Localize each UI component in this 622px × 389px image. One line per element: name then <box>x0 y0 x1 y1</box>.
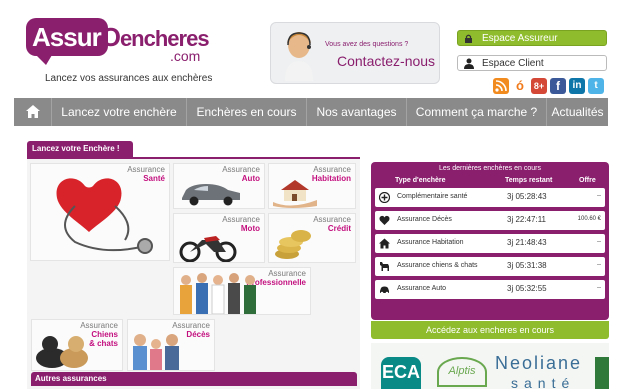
partner-neoliane-sante: santé <box>511 375 576 389</box>
tile-name-label: Crédit <box>327 224 351 233</box>
auction-offer: 100.60 € <box>577 216 601 222</box>
support-agent-icon <box>285 32 313 81</box>
partner-neoliane[interactable]: Neoliane <box>495 353 582 374</box>
logo-part-assur: Assur <box>32 22 102 52</box>
tile-sante[interactable]: Assurance Santé <box>30 163 170 261</box>
tile-name-label: Chiens & chats <box>89 330 118 348</box>
col-type-header: Type d'enchère <box>395 177 446 184</box>
nav-nos-avantages[interactable]: Nos avantages <box>307 98 407 126</box>
auction-time: 3j 05:28:43 <box>507 192 547 201</box>
tile-kind-label: Assurance <box>268 269 306 278</box>
auction-row[interactable]: Complémentaire santé 3j 05:28:43 -- <box>375 188 605 207</box>
latest-auctions-panel: Les dernières enchères en cours Type d'e… <box>371 162 609 320</box>
tile-kind-label: Assurance <box>313 165 351 174</box>
partner-alptis[interactable]: Alptis <box>437 357 487 387</box>
rss-icon[interactable] <box>493 78 509 94</box>
espace-assureur-button[interactable]: Espace Assureur <box>457 30 607 46</box>
tile-credit[interactable]: Assurance Crédit <box>268 213 356 263</box>
partner-logos: ECA Alptis Neoliane santé <box>371 343 609 389</box>
linkedin-icon[interactable]: in <box>569 78 585 94</box>
car-icon <box>380 286 389 295</box>
auction-row[interactable]: Assurance chiens & chats 3j 05:31:38 -- <box>375 257 605 276</box>
espace-client-button[interactable]: Espace Client <box>457 55 607 71</box>
professionals-group-icon <box>180 273 256 314</box>
twitter-icon[interactable]: t <box>588 78 604 94</box>
motorcycle-icon <box>179 236 237 262</box>
dog-icon <box>380 262 389 271</box>
google-plus-icon[interactable]: 8+ <box>531 78 547 94</box>
house-hand-icon <box>273 180 317 208</box>
heart-stethoscope-icon <box>56 178 153 254</box>
user-icon <box>464 58 474 69</box>
partner-eca[interactable]: ECA <box>381 357 421 389</box>
tile-auto[interactable]: Assurance Auto <box>173 163 265 209</box>
access-auctions-button[interactable]: Accédez aux encheres en cours <box>371 321 609 339</box>
auction-type: Assurance Auto <box>397 285 447 292</box>
tile-kind-label: Assurance <box>127 165 165 174</box>
tagline: Lancez vos assurances aux enchères <box>45 73 213 84</box>
tile-kind-label: Assurance <box>172 321 210 330</box>
autres-assurances-tab[interactable]: Autres assurances <box>31 372 357 386</box>
auction-row[interactable]: Assurance Habitation 3j 21:48:43 -- <box>375 234 605 253</box>
facebook-icon[interactable]: f <box>550 78 566 94</box>
latest-auctions-title: Les dernières enchères en cours <box>439 165 541 172</box>
auction-type: Assurance Habitation <box>397 239 464 246</box>
home-icon <box>26 105 40 118</box>
auction-time: 3j 22:47:11 <box>507 215 546 224</box>
tile-deces[interactable]: Assurance Décès <box>127 319 215 371</box>
auction-offer: -- <box>597 193 601 199</box>
auction-offer: -- <box>597 239 601 245</box>
lancez-enchere-tab: Lancez votre Enchère ! <box>27 141 133 157</box>
tile-name-label: Auto <box>241 174 260 183</box>
viadeo-icon[interactable]: ó <box>512 78 528 94</box>
tile-habitation[interactable]: Assurance Habitation <box>268 163 356 209</box>
tile-kind-label: Assurance <box>80 321 118 330</box>
auction-time: 3j 05:31:38 <box>507 261 547 270</box>
nav-actualites[interactable]: Actualités <box>547 98 608 126</box>
nav-comment-ca-marche[interactable]: Comment ça marche ? <box>407 98 547 126</box>
tile-name-label: Moto <box>240 224 260 233</box>
tile-kind-label: Assurance <box>222 215 260 224</box>
tile-kind-label: Assurance <box>222 165 260 174</box>
tile-professionnelle[interactable]: Assurance Professionnelle <box>173 267 311 315</box>
coins-icon <box>275 230 311 259</box>
family-icon <box>133 334 179 370</box>
auction-type: Assurance chiens & chats <box>397 262 478 269</box>
col-offer-header: Offre <box>579 177 596 184</box>
contact-cta[interactable]: Contactez-nous <box>337 53 435 69</box>
partner-logo-partial <box>595 357 609 389</box>
auction-type: Assurance Décès <box>397 216 452 223</box>
auction-offer: -- <box>597 262 601 268</box>
car-icon <box>182 184 240 206</box>
tile-kind-label: Assurance <box>313 215 351 224</box>
auction-time: 3j 21:48:43 <box>507 238 547 247</box>
logo-part-o: O <box>100 22 121 52</box>
auction-row[interactable]: Assurance Auto 3j 05:32:55 -- <box>375 280 605 299</box>
auction-row[interactable]: Assurance Décès 3j 22:47:11 100.60 € <box>375 211 605 230</box>
auction-type: Complémentaire santé <box>397 193 468 200</box>
auction-time: 3j 05:32:55 <box>507 284 547 293</box>
nav-encheres-en-cours[interactable]: Enchères en cours <box>187 98 307 126</box>
logo-com: .com <box>170 48 201 64</box>
tile-name-label: Décès <box>186 330 210 339</box>
nav-lancez-enchere[interactable]: Lancez votre enchère <box>52 98 187 126</box>
main-nav: Lancez votre enchère Enchères en cours N… <box>14 98 608 126</box>
house-icon <box>379 238 390 249</box>
lock-icon <box>465 34 472 43</box>
auction-offer: -- <box>597 285 601 291</box>
page: AssurOencheres .com Lancez vos assurance… <box>0 0 622 389</box>
contact-box[interactable]: Vous avez des questions ? Contactez-nous <box>270 22 440 84</box>
site-logo[interactable]: AssurOencheres .com <box>26 18 226 68</box>
rss-glyph <box>495 80 507 92</box>
espace-assureur-label: Espace Assureur <box>482 33 558 44</box>
dog-cat-icon <box>36 336 88 368</box>
col-time-header: Temps restant <box>505 177 553 184</box>
plus-circle-icon <box>379 192 390 203</box>
espace-client-label: Espace Client <box>482 58 544 69</box>
heart-icon <box>379 215 390 225</box>
contact-question: Vous avez des questions ? <box>325 41 409 48</box>
nav-home[interactable] <box>14 98 52 126</box>
tile-moto[interactable]: Assurance Moto <box>173 213 265 263</box>
tile-chiens-chats[interactable]: Assurance Chiens & chats <box>31 319 123 371</box>
